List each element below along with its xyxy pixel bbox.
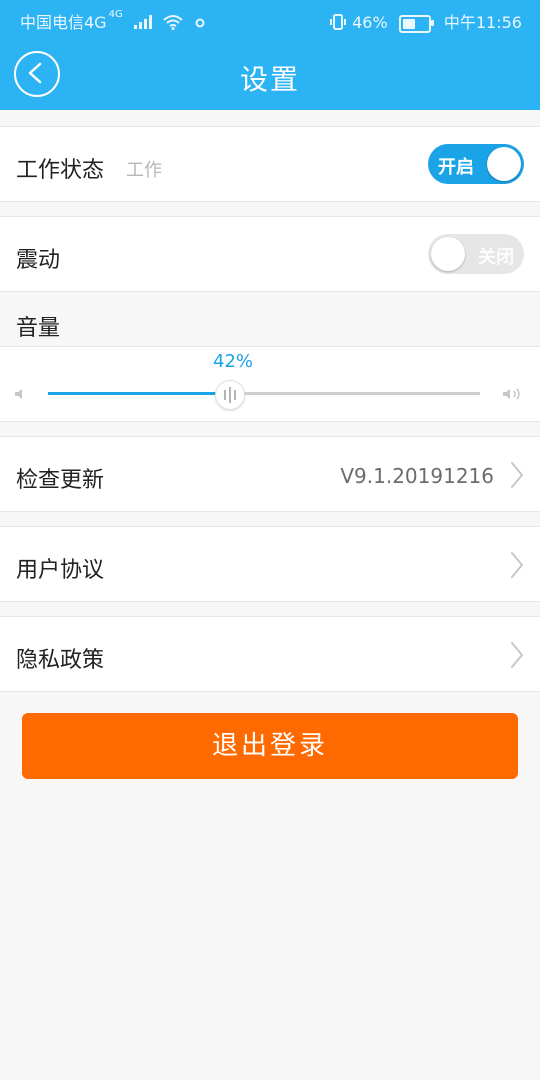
grip-icon bbox=[224, 387, 236, 403]
volume-slider-fill bbox=[48, 392, 229, 395]
user-agreement-row[interactable]: 用户协议 bbox=[0, 526, 540, 602]
vibration-label: 震动 bbox=[16, 248, 61, 273]
network-badge: 4G bbox=[108, 9, 123, 20]
logout-button[interactable]: 退出登录 bbox=[22, 713, 518, 779]
status-bar: 中国电信4G 4G 46% 中午11:56 bbox=[0, 0, 540, 36]
location-icon bbox=[194, 14, 206, 33]
version-value: V9.1.20191216 bbox=[340, 464, 494, 488]
wifi-icon bbox=[163, 14, 183, 34]
toggle-label: 关闭 bbox=[478, 247, 514, 268]
signal-icon bbox=[133, 14, 152, 33]
check-update-row[interactable]: 检查更新 V9.1.20191216 bbox=[0, 436, 540, 512]
work-status-value: 工作 bbox=[126, 160, 162, 181]
privacy-policy-label: 隐私政策 bbox=[16, 648, 105, 673]
status-left: 中国电信4G 4G bbox=[20, 9, 206, 34]
battery-percent: 46% bbox=[352, 13, 388, 32]
vibration-row: 震动 关闭 bbox=[0, 216, 540, 292]
header: 设置 bbox=[0, 36, 540, 110]
privacy-policy-row[interactable]: 隐私政策 bbox=[0, 616, 540, 692]
vibrate-icon bbox=[329, 13, 347, 34]
volume-card bbox=[0, 346, 540, 422]
clock: 中午11:56 bbox=[443, 13, 522, 32]
work-status-label: 工作状态 bbox=[16, 158, 105, 183]
page-title: 设置 bbox=[239, 63, 300, 96]
volume-low-icon[interactable] bbox=[14, 386, 26, 405]
check-update-label: 检查更新 bbox=[16, 468, 105, 493]
battery-icon bbox=[398, 14, 434, 33]
work-status-row: 工作状态 工作 开启 bbox=[0, 126, 540, 202]
status-right: 46% 中午11:56 bbox=[323, 9, 522, 34]
volume-label: 音量 bbox=[16, 316, 61, 341]
top-bar: 中国电信4G 4G 46% 中午11:56 设置 bbox=[0, 0, 540, 110]
user-agreement-label: 用户协议 bbox=[16, 558, 105, 583]
volume-high-icon[interactable] bbox=[502, 386, 526, 406]
toggle-label: 开启 bbox=[438, 157, 474, 178]
toggle-knob bbox=[487, 147, 521, 181]
chevron-right-icon bbox=[510, 461, 524, 493]
work-status-toggle[interactable]: 开启 bbox=[428, 144, 524, 184]
volume-slider-track[interactable] bbox=[48, 392, 480, 395]
toggle-knob bbox=[431, 237, 465, 271]
chevron-right-icon bbox=[510, 641, 524, 673]
carrier-name: 中国电信4G bbox=[20, 13, 107, 32]
volume-slider-thumb[interactable] bbox=[215, 380, 245, 410]
volume-percent: 42% bbox=[213, 351, 254, 372]
chevron-right-icon bbox=[510, 551, 524, 583]
vibration-toggle[interactable]: 关闭 bbox=[428, 234, 524, 274]
